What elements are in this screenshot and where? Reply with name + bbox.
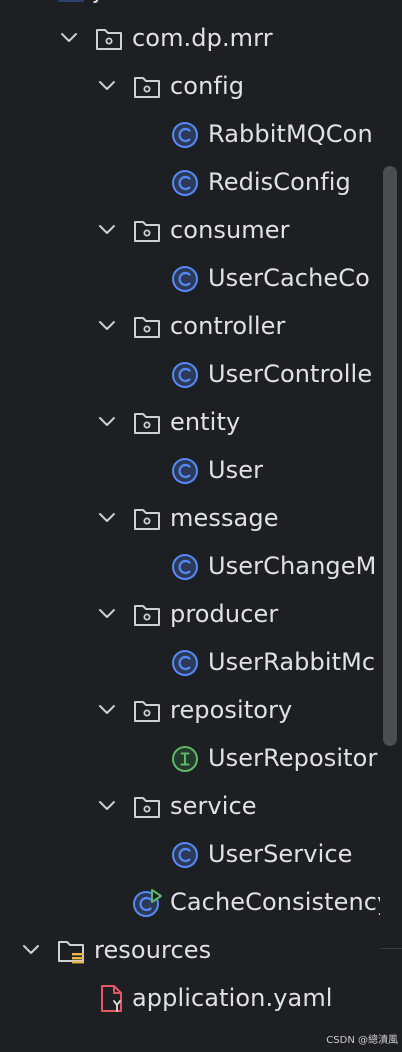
package-icon bbox=[134, 317, 160, 338]
tree-item-service[interactable]: service bbox=[0, 782, 380, 830]
class-icon bbox=[172, 554, 198, 580]
class-icon bbox=[172, 842, 198, 868]
tree-item-resources[interactable]: resources bbox=[0, 926, 380, 974]
tree-item-label: User bbox=[208, 456, 264, 484]
chevron-down-icon[interactable] bbox=[96, 220, 118, 240]
tree-item-controller[interactable]: controller bbox=[0, 302, 380, 350]
tree-item-message[interactable]: message bbox=[0, 494, 380, 542]
tree-item-label: java bbox=[94, 0, 145, 14]
tree-item-entity[interactable]: entity bbox=[0, 398, 380, 446]
package-icon bbox=[134, 509, 160, 530]
package-icon bbox=[134, 701, 160, 722]
tree-item-user[interactable]: User bbox=[0, 446, 380, 494]
tree-item-repository[interactable]: repository bbox=[0, 686, 380, 734]
chevron-down-icon[interactable] bbox=[96, 412, 118, 432]
class-icon bbox=[172, 458, 198, 484]
tree-item-label: UserCacheCo bbox=[208, 264, 370, 292]
tree-item-application-yaml[interactable]: application.yaml bbox=[0, 974, 380, 1022]
resources-folder-icon bbox=[58, 941, 84, 964]
watermark: CSDN @總漬風 bbox=[326, 1035, 398, 1046]
tree-item-cacheconsistency-application[interactable]: CacheConsistencyF bbox=[0, 878, 380, 926]
tree-item-userchangem[interactable]: UserChangeM bbox=[0, 542, 380, 590]
chevron-down-icon[interactable] bbox=[96, 508, 118, 528]
tree-item-label: resources bbox=[94, 936, 212, 964]
tree-item-label: message bbox=[170, 504, 279, 532]
tree-item-label: com.dp.mrr bbox=[132, 24, 273, 52]
tree-item-java[interactable]: java bbox=[0, 0, 380, 14]
class-icon bbox=[172, 266, 198, 292]
tree-item-producer[interactable]: producer bbox=[0, 590, 380, 638]
vertical-scrollbar[interactable] bbox=[383, 166, 397, 746]
divider bbox=[380, 948, 402, 949]
package-icon bbox=[134, 221, 160, 242]
tree-item-userrepositor[interactable]: UserRepositor bbox=[0, 734, 380, 782]
chevron-down-icon[interactable] bbox=[58, 28, 80, 48]
yaml-file-icon bbox=[101, 985, 122, 1012]
interface-icon bbox=[172, 746, 198, 772]
tree-item-label: UserControlle bbox=[208, 360, 373, 388]
tree-item-userrabbitmc[interactable]: UserRabbitMc bbox=[0, 638, 380, 686]
tree-item-label: UserChangeM bbox=[208, 552, 377, 580]
chevron-down-icon[interactable] bbox=[96, 700, 118, 720]
package-icon bbox=[134, 413, 160, 434]
tree-item-com-dp-mrr[interactable]: com.dp.mrr bbox=[0, 14, 380, 62]
tree-item-label: RedisConfig bbox=[208, 168, 351, 196]
tree-item-label: UserRabbitMc bbox=[208, 648, 376, 676]
package-icon bbox=[134, 797, 160, 818]
tree-item-label: RabbitMQCon bbox=[208, 120, 373, 148]
source-folder-icon bbox=[58, 0, 84, 2]
package-icon bbox=[134, 77, 160, 98]
tree-item-consumer[interactable]: consumer bbox=[0, 206, 380, 254]
project-tree: java com.dp.mrr config RabbitMQCon Redis… bbox=[0, 0, 380, 1052]
tree-item-usercacheco[interactable]: UserCacheCo bbox=[0, 254, 380, 302]
tree-item-label: controller bbox=[170, 312, 286, 340]
tree-item-label: producer bbox=[170, 600, 279, 628]
tree-item-label: application.yaml bbox=[132, 984, 333, 1012]
tree-item-label: repository bbox=[170, 696, 293, 724]
tree-item-config[interactable]: config bbox=[0, 62, 380, 110]
package-icon bbox=[96, 29, 122, 50]
tree-item-redisconfig[interactable]: RedisConfig bbox=[0, 158, 380, 206]
tree-item-label: UserService bbox=[208, 840, 353, 868]
chevron-down-icon[interactable] bbox=[96, 316, 118, 336]
tree-item-label: config bbox=[170, 72, 245, 100]
tree-item-label: service bbox=[170, 792, 257, 820]
class-icon bbox=[172, 122, 198, 148]
tree-item-rabbitmqcon[interactable]: RabbitMQCon bbox=[0, 110, 380, 158]
spring-boot-application-icon bbox=[133, 889, 162, 917]
chevron-down-icon[interactable] bbox=[20, 940, 42, 960]
package-icon bbox=[134, 605, 160, 626]
tree-item-usercontrolle[interactable]: UserControlle bbox=[0, 350, 380, 398]
tree-item-userservice[interactable]: UserService bbox=[0, 830, 380, 878]
tree-item-label: entity bbox=[170, 408, 241, 436]
tree-item-label: UserRepositor bbox=[208, 744, 378, 772]
chevron-down-icon[interactable] bbox=[96, 604, 118, 624]
chevron-down-icon[interactable] bbox=[96, 76, 118, 96]
class-icon bbox=[172, 170, 198, 196]
class-icon bbox=[172, 362, 198, 388]
chevron-down-icon[interactable] bbox=[96, 796, 118, 816]
tree-item-label: CacheConsistencyF bbox=[170, 888, 380, 916]
class-icon bbox=[172, 650, 198, 676]
tree-item-label: consumer bbox=[170, 216, 290, 244]
